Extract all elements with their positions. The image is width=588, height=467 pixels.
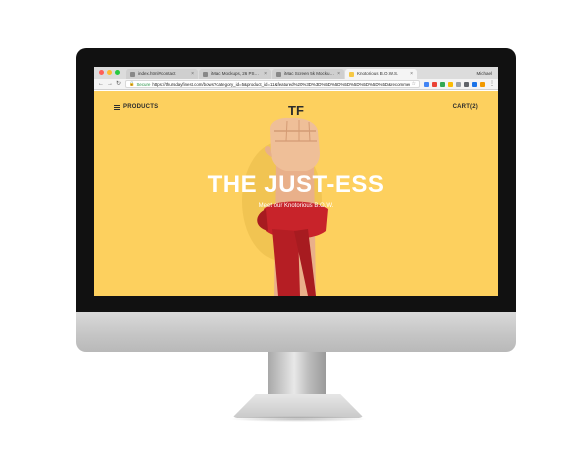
extension-icon[interactable] — [456, 81, 461, 87]
close-tab-icon[interactable]: × — [264, 69, 267, 79]
products-menu-button[interactable]: PRODUCTS — [114, 104, 158, 110]
window-controls — [94, 70, 126, 79]
tab-label: iMac Mockups, 26 PSD Files — [211, 71, 261, 76]
extension-icon[interactable] — [424, 81, 429, 87]
extension-icon[interactable] — [440, 81, 445, 87]
logo-text: TF — [288, 103, 304, 118]
thursday-finest-logo[interactable]: TF — [286, 100, 306, 120]
imac-stand-neck — [268, 352, 326, 396]
extension-icon[interactable] — [464, 81, 469, 87]
maximize-window-button[interactable] — [115, 70, 120, 75]
hamburger-menu-icon — [114, 104, 120, 110]
address-bar[interactable]: 🔒 Secure https://thursdayfinest.com/bows… — [125, 80, 420, 88]
secure-label: Secure — [136, 81, 151, 87]
url-text[interactable]: https://thursdayfinest.com/bows?category… — [152, 82, 409, 87]
page-icon — [203, 71, 208, 77]
page-icon — [276, 71, 281, 77]
imac-shadow — [228, 416, 368, 422]
tab-label: index.html#contact — [138, 71, 176, 76]
extension-icon[interactable] — [432, 81, 437, 87]
browser-tab[interactable]: iMac Mockups, 26 PSD Files × — [199, 69, 271, 79]
extension-icon[interactable] — [448, 81, 453, 87]
profile-name[interactable]: Michael — [476, 71, 498, 79]
cart-link[interactable]: CART(2) — [453, 104, 478, 110]
products-menu-label: PRODUCTS — [123, 104, 159, 110]
minimize-window-button[interactable] — [107, 70, 112, 75]
arrow-right-icon[interactable]: → — [107, 81, 113, 87]
hero-title: THE JUST-ESS — [207, 171, 385, 198]
extension-icon[interactable] — [472, 81, 477, 87]
close-window-button[interactable] — [99, 70, 104, 75]
reload-icon[interactable]: ↻ — [116, 81, 121, 87]
browser-tab-strip: index.html#contact × iMac Mockups, 26 PS… — [94, 67, 498, 79]
browser-tab-active[interactable]: Knotorious B.O.W.S. × — [345, 69, 417, 79]
imac-screen: index.html#contact × iMac Mockups, 26 PS… — [94, 67, 498, 296]
tab-label: Knotorious B.O.W.S. — [357, 71, 399, 76]
site-favicon-icon — [349, 71, 354, 77]
extension-icon[interactable] — [480, 81, 485, 87]
browser-tab[interactable]: iMac Screen 5k Mockup V3 × — [272, 69, 344, 79]
imac-stand-foot — [232, 394, 364, 418]
kebab-menu-icon[interactable]: ⋮ — [489, 81, 495, 87]
close-tab-icon[interactable]: × — [191, 69, 194, 79]
arrow-left-icon[interactable]: ← — [98, 81, 104, 87]
website-hero: PRODUCTS TF CART(2) THE JUST-ESS Meet ou… — [94, 91, 498, 296]
page-icon — [130, 71, 135, 77]
close-tab-icon[interactable]: × — [337, 69, 340, 79]
browser-toolbar: ← → ↻ 🔒 Secure https://thursdayfinest.co… — [94, 79, 498, 90]
browser-tab[interactable]: index.html#contact × — [126, 69, 198, 79]
hero-subtitle[interactable]: Meet our Knotorious B.O.W. — [94, 203, 498, 209]
close-tab-icon[interactable]: × — [410, 69, 413, 79]
tab-label: iMac Screen 5k Mockup V3 — [284, 71, 335, 76]
star-icon[interactable]: ☆ — [412, 81, 416, 87]
lock-icon: 🔒 — [129, 81, 135, 86]
imac-chin — [76, 312, 516, 352]
extension-icons — [424, 81, 485, 87]
